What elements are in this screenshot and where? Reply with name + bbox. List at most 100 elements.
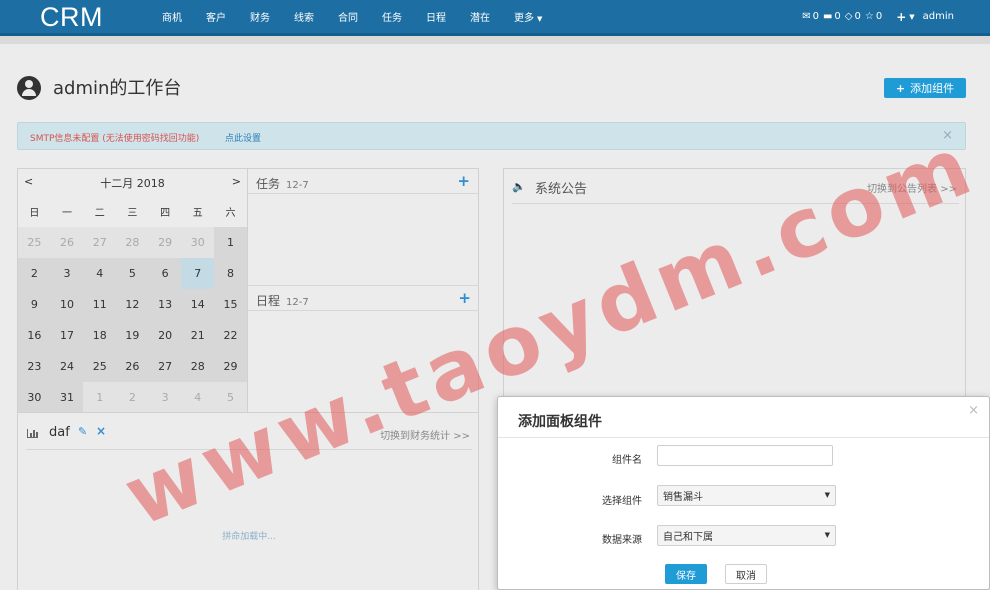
- edit-pencil-icon[interactable]: ✎: [78, 425, 87, 438]
- calendar-day[interactable]: 1: [83, 382, 117, 413]
- add-schedule-icon[interactable]: +: [458, 289, 471, 307]
- add-widget-button[interactable]: + 添加组件: [884, 78, 966, 98]
- delete-x-icon[interactable]: ×: [96, 424, 106, 438]
- star-icon[interactable]: ☆: [865, 11, 874, 22]
- calendar-day[interactable]: 16: [18, 320, 51, 351]
- calendar-day[interactable]: 26: [50, 227, 84, 258]
- calendar-day[interactable]: 10: [50, 289, 84, 320]
- calendar-day[interactable]: 17: [50, 320, 84, 351]
- data-source-label: 数据来源: [602, 535, 642, 546]
- calendar-day[interactable]: 29: [148, 227, 182, 258]
- calendar-day[interactable]: 28: [116, 227, 149, 258]
- calendar-day[interactable]: 22: [214, 320, 247, 351]
- calendar-day[interactable]: 19: [116, 320, 149, 351]
- calendar-day[interactable]: 26: [116, 351, 149, 382]
- data-source-dropdown[interactable]: 自己和下属 ▼: [657, 525, 836, 546]
- calendar-month-title: 十二月 2018: [100, 177, 165, 190]
- calendar-day[interactable]: 3: [50, 258, 84, 289]
- dropdown-arrow-icon: ▼: [824, 491, 830, 499]
- select-widget-value: 销售漏斗: [663, 492, 703, 503]
- quick-add-caret-icon[interactable]: ▼: [909, 13, 914, 21]
- calendar-day[interactable]: 18: [83, 320, 117, 351]
- finance-widget-panel: daf ✎ × 切换到财务统计 >> 拼命加载中...: [17, 412, 479, 590]
- calendar-day[interactable]: 3: [148, 382, 182, 413]
- cancel-button[interactable]: 取消: [725, 564, 767, 584]
- select-widget-label: 选择组件: [602, 496, 642, 507]
- add-widget-label: 添加组件: [910, 82, 955, 95]
- add-task-icon[interactable]: +: [457, 172, 470, 190]
- calendar-prev-icon[interactable]: <: [24, 175, 33, 188]
- caret-down-icon: ▼: [537, 15, 543, 23]
- user-menu[interactable]: admin: [923, 11, 954, 22]
- message-count: 0: [834, 11, 841, 22]
- message-icon[interactable]: ▬: [823, 11, 832, 22]
- task-count: 0: [854, 11, 861, 22]
- save-button[interactable]: 保存: [665, 564, 707, 584]
- calendar-day[interactable]: 28: [181, 351, 215, 382]
- menu-item-contract[interactable]: 合同: [338, 9, 358, 24]
- menu-item-opportunity[interactable]: 商机: [162, 9, 182, 24]
- calendar-day[interactable]: 27: [83, 227, 117, 258]
- widget-name-input[interactable]: [657, 445, 833, 466]
- calendar-day[interactable]: 29: [214, 351, 247, 382]
- finance-stats-link[interactable]: 切换到财务统计 >>: [380, 427, 470, 442]
- user-avatar-icon: [17, 76, 41, 100]
- calendar-next-icon[interactable]: >: [232, 175, 241, 188]
- menu-item-task[interactable]: 任务: [382, 9, 402, 24]
- select-widget-dropdown[interactable]: 销售漏斗 ▼: [657, 485, 836, 506]
- menu-item-finance[interactable]: 财务: [250, 9, 270, 24]
- main-menu: 商机 客户 财务 线索 合同 任务 日程 潜在 更多 ▼: [162, 0, 566, 33]
- calendar-day[interactable]: 11: [83, 289, 117, 320]
- calendar-day[interactable]: 27: [148, 351, 182, 382]
- menu-item-potential[interactable]: 潜在: [470, 9, 490, 24]
- announcement-panel: 🔈 系统公告 切换到公告列表 >>: [503, 168, 966, 408]
- calendar-day[interactable]: 5: [214, 382, 247, 413]
- calendar-day[interactable]: 15: [214, 289, 247, 320]
- quick-add-icon[interactable]: +: [896, 10, 906, 24]
- calendar-day[interactable]: 7: [181, 258, 215, 289]
- task-section-title: 任务: [256, 177, 281, 191]
- finance-widget-title: daf: [49, 425, 70, 440]
- calendar-day[interactable]: 12: [116, 289, 149, 320]
- task-icon[interactable]: ◇: [845, 11, 853, 22]
- calendar-day[interactable]: 30: [18, 382, 51, 413]
- calendar-widget: 十二月 2018 < > 日一二三四五六 25 26 27 28 29 30 1 2 3 4 5 6 7 8…: [18, 169, 247, 413]
- calendar-weekday: 六: [225, 208, 236, 219]
- calendar-day[interactable]: 20: [148, 320, 182, 351]
- modal-close-icon[interactable]: ×: [968, 403, 979, 418]
- menu-item-more[interactable]: 更多 ▼: [514, 9, 542, 24]
- calendar-weekday: 三: [127, 208, 138, 219]
- calendar-day[interactable]: 5: [116, 258, 149, 289]
- mail-icon[interactable]: ✉: [802, 11, 810, 22]
- calendar-day[interactable]: 2: [18, 258, 51, 289]
- menu-item-schedule[interactable]: 日程: [426, 9, 446, 24]
- calendar-day[interactable]: 6: [148, 258, 182, 289]
- calendar-day[interactable]: 4: [181, 382, 215, 413]
- alert-settings-link[interactable]: 点此设置: [225, 131, 261, 144]
- calendar-day[interactable]: 14: [181, 289, 215, 320]
- alert-close-icon[interactable]: ×: [942, 128, 953, 143]
- calendar-day[interactable]: 31: [50, 382, 84, 413]
- calendar-day[interactable]: 9: [18, 289, 51, 320]
- task-section-date: 12-7: [286, 180, 309, 191]
- calendar-day[interactable]: 1: [214, 227, 247, 258]
- calendar-day[interactable]: 2: [116, 382, 149, 413]
- plus-icon: +: [895, 81, 906, 95]
- menu-item-customer[interactable]: 客户: [206, 9, 226, 24]
- calendar-day[interactable]: 30: [181, 227, 215, 258]
- calendar-day[interactable]: 8: [214, 258, 247, 289]
- add-widget-modal: 添加面板组件 × 组件名 选择组件 销售漏斗 ▼ 数据来源 自己和下属 ▼ 保存 取…: [497, 396, 990, 590]
- calendar-day[interactable]: 25: [18, 227, 51, 258]
- data-source-value: 自己和下属: [663, 532, 713, 543]
- calendar-day[interactable]: 13: [148, 289, 182, 320]
- calendar-day[interactable]: 25: [83, 351, 117, 382]
- calendar-day[interactable]: 23: [18, 351, 51, 382]
- menu-item-leads[interactable]: 线索: [294, 9, 314, 24]
- calendar-weekday: 日: [29, 208, 40, 219]
- agenda-panel: 任务 12-7 + 日程 12-7 +: [247, 169, 479, 437]
- calendar-day[interactable]: 21: [181, 320, 215, 351]
- crm-logo[interactable]: CRM: [40, 2, 103, 33]
- announcement-list-link[interactable]: 切换到公告列表 >>: [867, 180, 957, 195]
- calendar-day[interactable]: 24: [50, 351, 84, 382]
- calendar-day[interactable]: 4: [83, 258, 117, 289]
